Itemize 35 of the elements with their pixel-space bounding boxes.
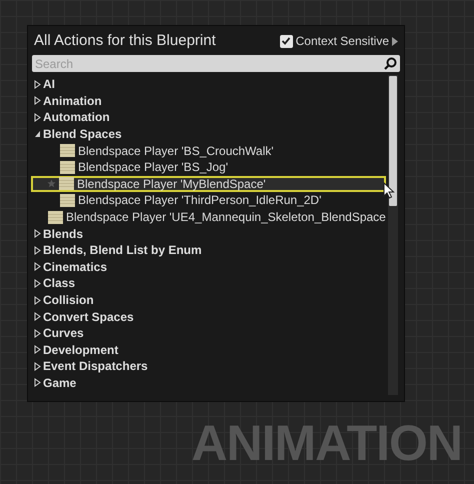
action-item[interactable]: Blendspace Player 'MyBlendSpace': [31, 176, 386, 192]
blendspace-icon: [60, 144, 75, 158]
category-row[interactable]: Blends, Blend List by Enum: [32, 242, 388, 259]
action-item[interactable]: Blendspace Player 'BS_Jog': [32, 158, 386, 176]
category-row[interactable]: Curves: [32, 324, 388, 342]
panel-title: All Actions for this Blueprint: [34, 30, 216, 51]
category-row[interactable]: Blend Spaces: [32, 126, 388, 142]
category-row[interactable]: Class: [32, 275, 388, 292]
mouse-cursor-icon: [383, 182, 395, 199]
category-row[interactable]: Collision: [32, 292, 388, 308]
category-row[interactable]: Cinematics: [32, 258, 388, 276]
category-row[interactable]: Automation: [32, 109, 388, 126]
category-row[interactable]: Convert Spaces: [32, 308, 388, 325]
context-checkbox[interactable]: [280, 34, 293, 48]
category-row[interactable]: Event Dispatchers: [32, 358, 388, 375]
context-sensitive-label: Context Sensitive: [296, 33, 389, 50]
category-row[interactable]: Animation: [32, 92, 388, 110]
blendspace-icon: [60, 194, 75, 207]
expand-arrow-icon[interactable]: [392, 36, 398, 46]
category-row[interactable]: Game: [32, 374, 388, 392]
action-item[interactable]: Blendspace Player 'BS_CrouchWalk': [32, 142, 386, 159]
blendspace-icon: [48, 210, 63, 224]
star-icon[interactable]: [47, 179, 56, 188]
scrollbar[interactable]: [388, 75, 398, 395]
search-icon: [384, 57, 397, 70]
action-item[interactable]: Blendspace Player 'UE4_Mannequin_Skeleton_BlendSpace: [32, 208, 386, 226]
scrollbar-thumb[interactable]: [389, 76, 397, 206]
category-row[interactable]: AI: [32, 76, 388, 93]
category-row[interactable]: Development: [32, 342, 388, 358]
search-field[interactable]: Search: [32, 55, 400, 72]
blendspace-icon: [59, 177, 74, 190]
blendspace-icon: [60, 160, 75, 174]
action-item[interactable]: Blendspace Player 'ThirdPerson_IdleRun_2D': [32, 192, 386, 209]
category-row[interactable]: Blends: [32, 225, 388, 242]
expanded-arrow-icon[interactable]: [34, 130, 41, 138]
